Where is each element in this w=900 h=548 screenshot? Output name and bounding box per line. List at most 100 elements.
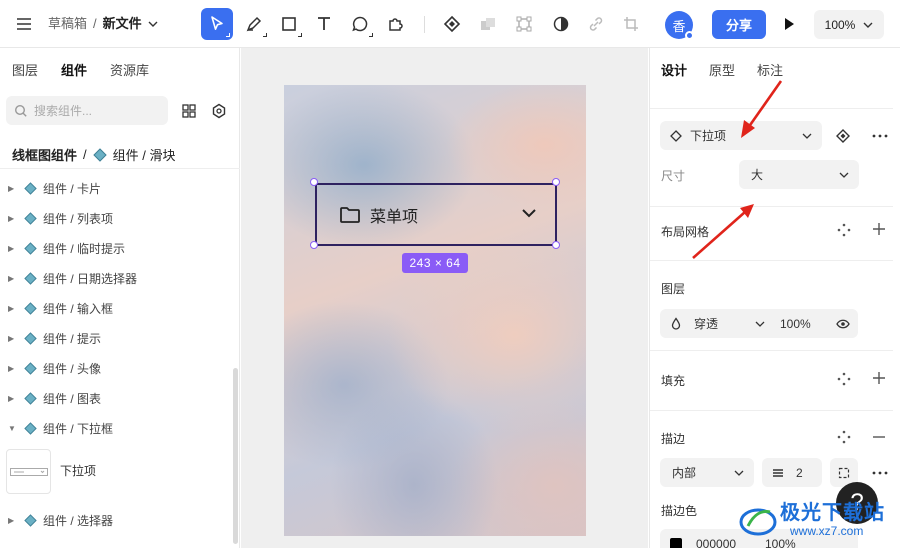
component-icon [24,361,37,375]
mask-tool-button[interactable] [545,8,577,40]
tree-item[interactable]: ▼ 组件 / 下拉框 [8,417,113,439]
blend-mode-select[interactable]: 穿透 100% [660,309,858,338]
tab-components[interactable]: 组件 [61,60,87,79]
left-tabs: 图层 组件 资源库 [12,60,149,79]
color-swatch[interactable] [670,537,682,548]
pen-tool-button[interactable] [238,8,270,40]
tree-item[interactable]: ▶ 组件 / 输入框 [8,297,113,319]
size-select[interactable]: 大 [739,160,859,189]
tree-item[interactable]: ▶ 组件 / 卡片 [8,177,101,199]
component-name[interactable]: 下拉项 [60,462,96,479]
chevron-down-icon[interactable] [148,14,158,34]
play-icon[interactable] [780,15,798,33]
search-input[interactable]: 搜索组件... [6,96,168,125]
expand-arrow-icon[interactable]: ▶ [8,214,20,223]
bounds-tool-button[interactable] [508,8,540,40]
blend-mode-value: 穿透 [694,317,719,331]
style-icon[interactable] [837,430,851,444]
avatar[interactable]: 香 [665,11,694,40]
component-tool-button[interactable] [436,8,468,40]
component-icon [92,147,107,162]
chevron-down-icon [522,209,536,218]
dropdown-component[interactable]: 菜单项 [315,183,557,246]
tree-item[interactable]: ▶ 组件 / 日期选择器 [8,267,137,289]
eye-icon[interactable] [836,319,850,329]
watermark-url: www.xz7.com [790,524,864,538]
move-tool-button[interactable] [201,8,233,40]
tab-assets[interactable]: 资源库 [110,60,149,79]
tree-item[interactable]: ▶ 组件 / 选择器 [8,509,113,531]
add-icon[interactable] [872,371,886,385]
file-name[interactable]: 新文件 [103,14,142,34]
artboard-frame[interactable]: 菜单项 243 × 64 [284,85,586,536]
tab-annotate[interactable]: 标注 [757,60,783,79]
cursor-icon [211,16,223,30]
grid-view-icon[interactable] [182,104,196,118]
breadcrumb-root[interactable]: 草稿箱 [48,14,87,34]
share-button[interactable]: 分享 [712,10,766,39]
resize-handle-bottom-left[interactable] [310,241,318,249]
tree-item[interactable]: ▶ 组件 / 图表 [8,387,101,409]
tree-item-label: 组件 / 卡片 [43,181,102,196]
merge-tool-button[interactable] [472,8,504,40]
tree-item-label: 组件 / 提示 [43,331,102,346]
style-icon[interactable] [837,223,851,237]
expand-arrow-icon[interactable]: ▶ [8,184,20,193]
bounds-icon [516,16,532,32]
breadcrumb: 草稿箱 / 新文件 [48,14,158,34]
resize-handle-bottom-right[interactable] [552,241,560,249]
canvas[interactable]: 菜单项 243 × 64 [241,48,648,548]
component-diamond-icon[interactable] [836,129,850,143]
tree-item[interactable]: ▶ 组件 / 提示 [8,327,101,349]
expand-arrow-icon[interactable]: ▶ [8,394,20,403]
style-icon[interactable] [837,372,851,386]
link-tool-button[interactable] [580,8,612,40]
rectangle-tool-button[interactable] [273,8,305,40]
diamond-icon [443,15,461,33]
resize-handle-top-right[interactable] [552,178,560,186]
opacity-value[interactable]: 100% [780,317,811,331]
component-thumbnail[interactable] [6,449,51,494]
collapse-arrow-icon[interactable]: ▼ [8,424,20,433]
scrollbar[interactable] [233,368,238,544]
library-icon[interactable] [211,103,227,119]
stroke-weight-input[interactable]: 2 [762,458,822,487]
crop-tool-button[interactable] [615,8,647,40]
tree-item[interactable]: ▶ 组件 / 列表项 [8,207,113,229]
tree-item[interactable]: ▶ 组件 / 头像 [8,357,101,379]
remove-icon[interactable] [872,430,886,444]
plugin-tool-button[interactable] [379,8,411,40]
expand-arrow-icon[interactable]: ▶ [8,304,20,313]
expand-arrow-icon[interactable]: ▶ [8,516,20,525]
tree-item-label: 组件 / 输入框 [43,301,114,316]
expand-arrow-icon[interactable]: ▶ [8,334,20,343]
more-icon[interactable] [872,466,888,480]
expand-arrow-icon[interactable]: ▶ [8,274,20,283]
watermark: 极光下载站 www.xz7.com [738,496,898,544]
add-icon[interactable] [872,222,886,236]
zoom-select[interactable]: 100% [814,10,884,39]
stroke-position-select[interactable]: 内部 [660,458,754,487]
library-breadcrumb: 线框图组件 / 组件 / 滑块 [12,145,175,164]
comment-tool-button[interactable] [344,8,376,40]
library-title[interactable]: 线框图组件 [12,145,77,164]
text-icon [318,17,330,30]
stroke-color-hex[interactable]: 000000 [696,537,736,548]
text-tool-button[interactable] [308,8,340,40]
tab-prototype[interactable]: 原型 [709,60,735,79]
tree-item[interactable]: ▶ 组件 / 临时提示 [8,237,125,259]
chevron-down-icon [802,133,812,139]
expand-arrow-icon[interactable]: ▶ [8,364,20,373]
watermark-logo-icon [739,508,777,536]
resize-handle-top-left[interactable] [310,178,318,186]
mask-icon [553,16,569,32]
tab-layers[interactable]: 图层 [12,60,38,79]
tab-design[interactable]: 设计 [661,60,687,79]
component-select[interactable]: 下拉项 [660,121,822,150]
hamburger-icon[interactable] [14,14,34,34]
size-label: 尺寸 [661,169,686,183]
more-icon[interactable] [872,129,888,143]
top-toolbar: 草稿箱 / 新文件 香 分享 100% [0,0,900,48]
expand-arrow-icon[interactable]: ▶ [8,244,20,253]
divider [650,108,893,109]
